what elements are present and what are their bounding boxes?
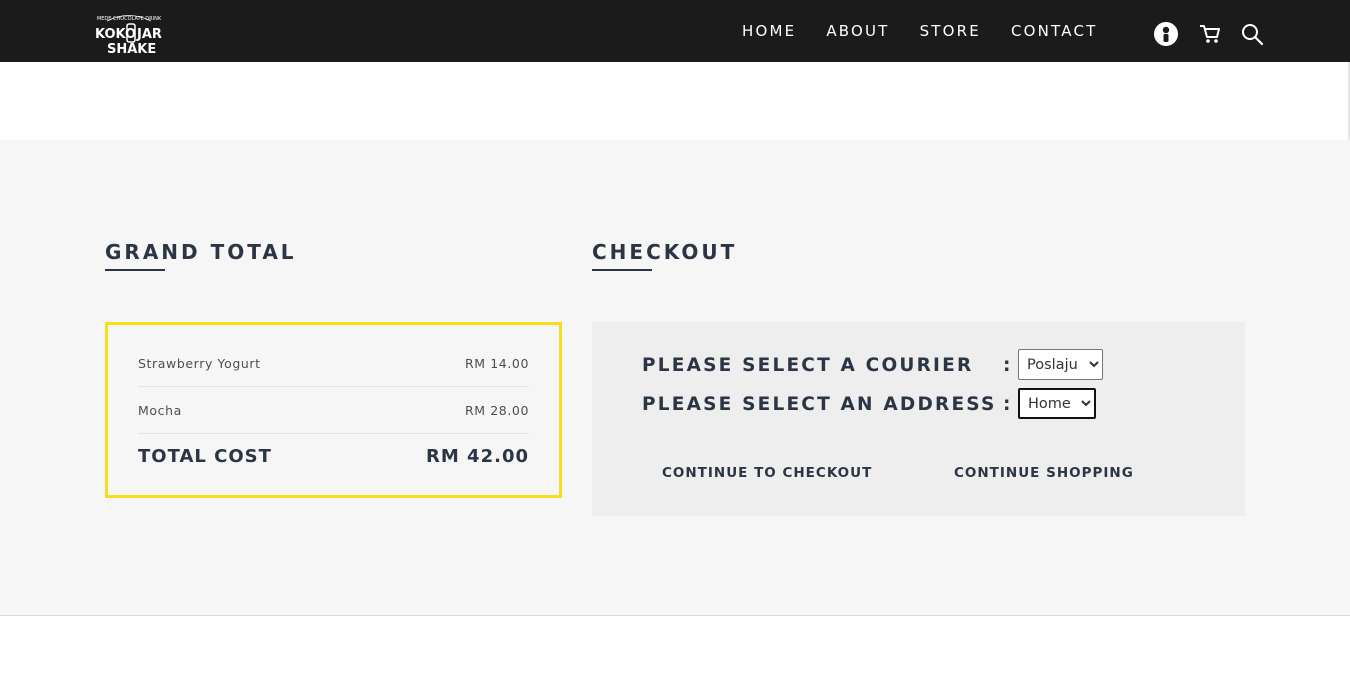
nav-home[interactable]: HOME [742,22,796,40]
line-item: Strawberry Yogurt RM 14.00 [138,356,529,371]
total-cost-value: RM 42.00 [426,446,529,467]
main-nav: HOME ABOUT STORE CONTACT [742,22,1098,40]
user-icon[interactable] [1152,20,1180,52]
courier-select[interactable]: Poslaju [1018,349,1103,380]
address-colon: : [1003,394,1011,415]
svg-text:JAR: JAR [136,27,162,42]
nav-contact[interactable]: CONTACT [1011,22,1098,40]
item-divider [138,386,529,387]
address-label: PLEASE SELECT AN ADDRESS [642,394,997,415]
svg-text:SHAKE: SHAKE [107,42,156,56]
address-select[interactable]: Home [1018,388,1096,419]
continue-to-checkout-button[interactable]: CONTINUE TO CHECKOUT [662,465,872,481]
top-navbar: MEDE CHOCOLATE DRINK KOKO JAR SHAKE HOME… [0,0,1350,62]
line-item: Mocha RM 28.00 [138,403,529,418]
total-cost-label: TOTAL COST [138,446,272,467]
checkout-underline [592,269,652,271]
grand-total-underline [105,269,165,271]
svg-text:KOKO: KOKO [95,27,136,42]
cart-icon[interactable] [1198,23,1222,49]
checkout-box: PLEASE SELECT A COURIER : Poslaju PLEASE… [592,322,1245,516]
checkout-heading: CHECKOUT [592,240,738,264]
nav-about[interactable]: ABOUT [826,22,889,40]
grand-total-heading: GRAND TOTAL [105,240,297,264]
courier-colon: : [1003,355,1011,376]
header-icons [1152,20,1264,52]
cart-summary-section: GRAND TOTAL Strawberry Yogurt RM 14.00 M… [0,140,1350,616]
item-price: RM 14.00 [464,356,529,371]
search-icon[interactable] [1240,22,1264,50]
nav-store[interactable]: STORE [920,22,981,40]
item-name: Strawberry Yogurt [138,356,261,371]
item-price: RM 28.00 [464,403,529,418]
logo-tagline: MEDE CHOCOLATE DRINK [97,16,162,22]
courier-label: PLEASE SELECT A COURIER [642,355,974,376]
grand-total-box: Strawberry Yogurt RM 14.00 Mocha RM 28.0… [105,322,562,498]
brand-logo[interactable]: MEDE CHOCOLATE DRINK KOKO JAR SHAKE [93,12,165,57]
item-divider [138,433,529,434]
total-cost-row: TOTAL COST RM 42.00 [138,446,529,467]
item-name: Mocha [138,403,182,418]
continue-shopping-button[interactable]: CONTINUE SHOPPING [954,465,1134,481]
